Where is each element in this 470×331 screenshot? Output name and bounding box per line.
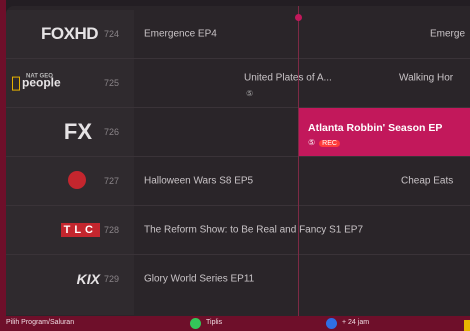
program-title: Emerge <box>430 28 466 40</box>
channel-logo-text: FOXHD <box>41 24 99 43</box>
program-cell[interactable]: Cheap Eats <box>401 157 470 205</box>
program-title: The Reform Show: to Be Real and Fancy S1… <box>144 224 363 236</box>
channel-logo-text: TLC <box>60 223 100 237</box>
green-button-icon[interactable] <box>190 318 201 329</box>
channel-row-727[interactable]: 727 Halloween Wars S8 EP5 Cheap Eats <box>6 157 470 206</box>
now-indicator-dot <box>295 14 302 21</box>
food-network-logo-icon <box>68 171 86 189</box>
channel-number: 724 <box>104 29 120 39</box>
fx-logo: FX <box>64 119 92 145</box>
channel-logo-text: FX <box>63 119 92 144</box>
program-cell[interactable]: Halloween Wars S8 EP5 <box>144 157 314 205</box>
channel-row-725[interactable]: NAT GEO people 725 United Plates of A... … <box>6 59 470 108</box>
channel-number: 729 <box>104 274 120 284</box>
channel-number: 727 <box>104 176 120 186</box>
channel-cell[interactable]: FX 726 <box>6 108 134 156</box>
program-title: Atlanta Robbin' Season EP <box>308 122 443 134</box>
subtitle-icon: ⑤ <box>308 138 316 147</box>
channel-cell[interactable]: KIX 729 <box>6 255 134 315</box>
epg-grid: FOXHD 724 Emergence EP4 Emerge NAT GEO pe… <box>6 6 470 324</box>
channel-row-724[interactable]: FOXHD 724 Emergence EP4 Emerge <box>6 10 470 59</box>
nat-geo-people-logo: NAT GEO people <box>12 73 61 91</box>
selected-program[interactable]: Atlanta Robbin' Season EP ⑤ REC <box>298 108 470 156</box>
now-time-line <box>298 6 299 316</box>
program-cell[interactable]: The Reform Show: to Be Real and Fancy S1… <box>144 206 470 254</box>
channel-row-726[interactable]: FX 726 Atlanta Robbin' Season EP ⑤ REC <box>6 108 470 157</box>
channel-cell[interactable]: NAT GEO people 725 <box>6 59 134 107</box>
logo-small-text: NAT GEO <box>26 73 53 80</box>
channel-logo-text: KIX <box>76 271 100 287</box>
channel-cell[interactable]: FOXHD 724 <box>6 10 134 58</box>
blue-action-label: + 24 jam <box>342 319 370 326</box>
program-title: Glory World Series EP11 <box>144 273 255 285</box>
program-cell[interactable]: Emergence EP4 <box>144 10 298 58</box>
program-title: Emergence EP4 <box>144 28 217 40</box>
channel-cell[interactable]: TLC 728 <box>6 206 134 254</box>
subtitle-icon: ⑤ <box>246 89 254 98</box>
program-cell[interactable]: United Plates of A... ⑤ <box>244 59 394 107</box>
record-icon: REC <box>319 140 340 147</box>
green-action-label: Tiplis <box>206 319 223 326</box>
tlc-logo: TLC <box>60 223 100 237</box>
channel-row-728[interactable]: TLC 728 The Reform Show: to Be Real and … <box>6 206 470 255</box>
fox-hd-logo: FOXHD <box>41 24 99 44</box>
program-cell[interactable]: Walking Hor <box>399 59 470 107</box>
program-cell[interactable]: Glory World Series EP11 <box>144 255 470 315</box>
kix-logo: KIX <box>77 271 100 287</box>
channel-row-729[interactable]: KIX 729 Glory World Series EP11 <box>6 255 470 315</box>
program-title: United Plates of A... <box>244 72 332 84</box>
channel-number: 728 <box>104 225 120 235</box>
program-title: Walking Hor <box>399 72 454 84</box>
program-title: Halloween Wars S8 EP5 <box>144 175 254 187</box>
yellow-button-icon[interactable] <box>464 320 470 331</box>
channel-number: 725 <box>104 78 120 88</box>
nat-geo-frame-icon <box>12 76 20 91</box>
footer-bar: Pilih Program/Saluran Tiplis + 24 jam <box>0 316 470 331</box>
program-title: Cheap Eats <box>401 175 454 187</box>
program-cell[interactable]: Emerge <box>426 10 470 58</box>
blue-button-icon[interactable] <box>326 318 337 329</box>
badges: ⑤ REC <box>308 138 340 147</box>
channel-cell[interactable]: 727 <box>6 157 134 205</box>
select-hint: Pilih Program/Saluran <box>6 319 75 326</box>
tv-guide-screen: FOXHD 724 Emergence EP4 Emerge NAT GEO pe… <box>0 0 470 331</box>
channel-number: 726 <box>104 127 120 137</box>
